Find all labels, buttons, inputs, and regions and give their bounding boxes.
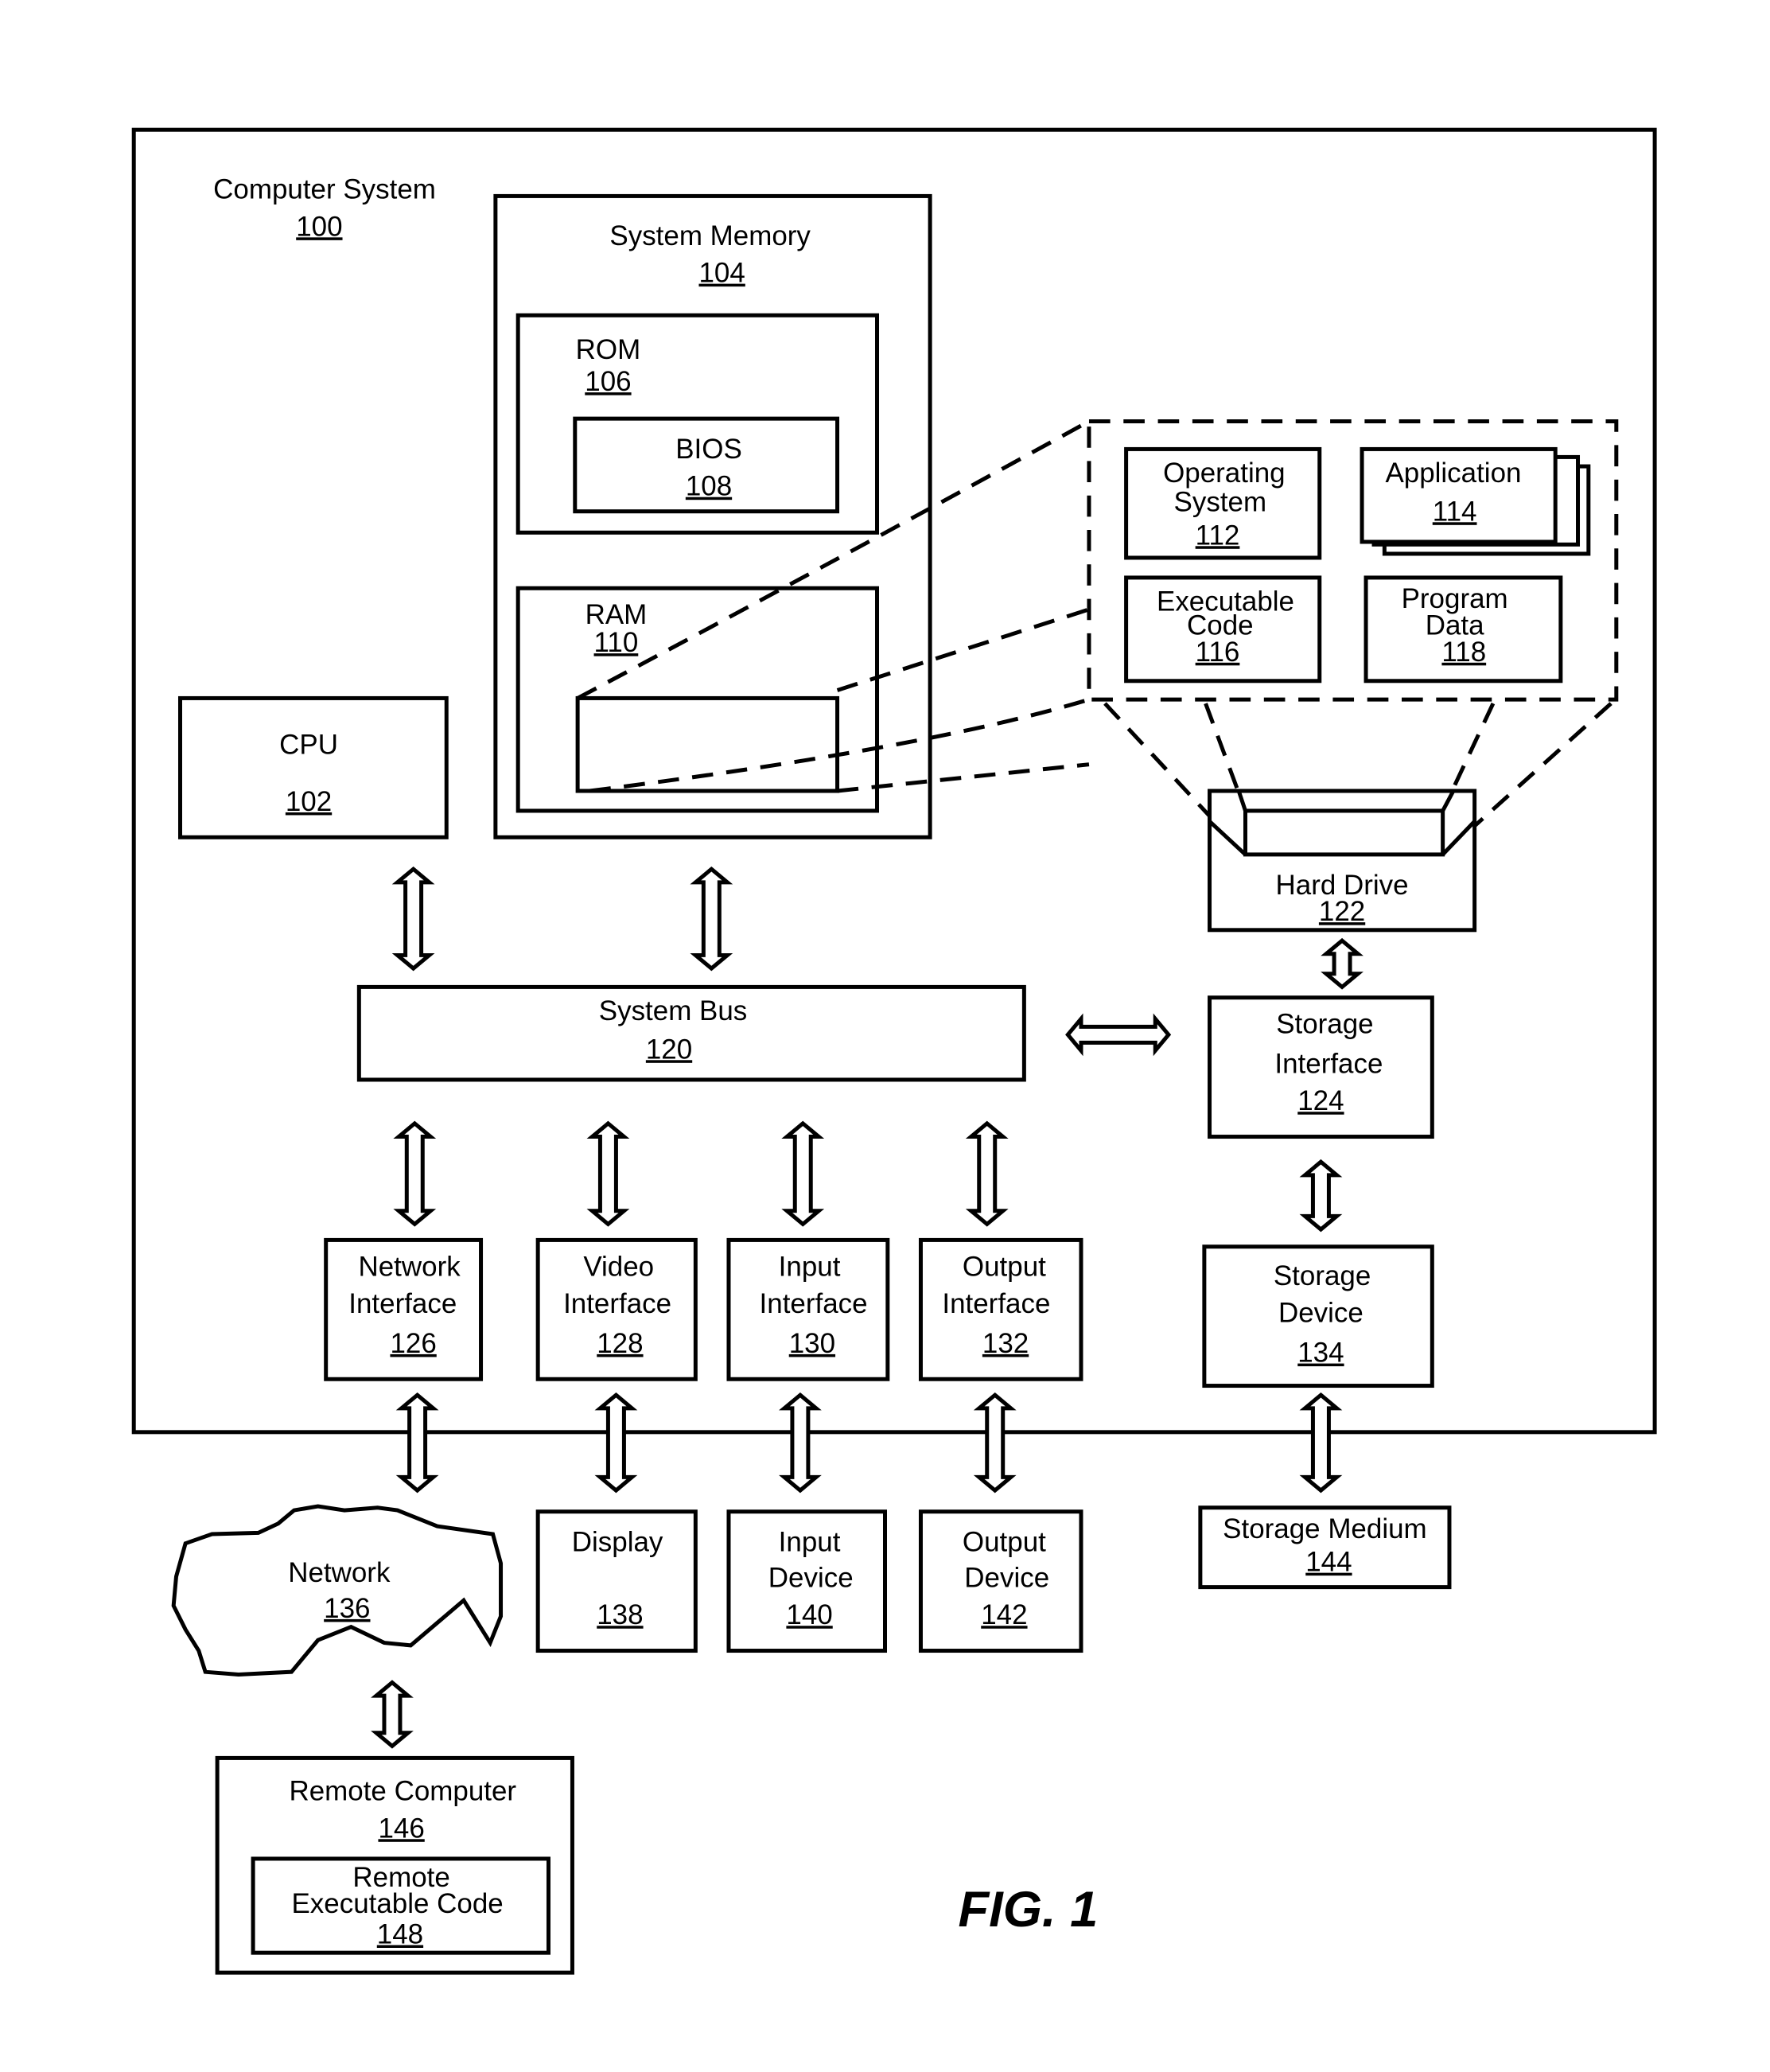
output-interface-device-arrow-icon <box>973 1392 1017 1494</box>
network-remote-computer-arrow-icon <box>371 1680 414 1749</box>
application-label: Application <box>1385 458 1521 489</box>
network-interface-label-line2: Interface <box>348 1288 457 1319</box>
network-interface-ref: 126 <box>390 1328 436 1359</box>
bus-storage-interface-arrow-icon <box>1065 1013 1172 1057</box>
bios-label: BIOS <box>675 434 742 465</box>
input-interface-label-line1: Input <box>779 1251 841 1282</box>
network-cloud-icon <box>171 1504 504 1677</box>
remote-computer-label: Remote Computer <box>289 1776 516 1807</box>
output-interface-label-line2: Interface <box>942 1288 1050 1319</box>
bus-input-interface-arrow-icon <box>781 1120 825 1227</box>
system-bus-ref: 120 <box>646 1034 692 1065</box>
storage-interface-device-arrow-icon <box>1299 1159 1343 1233</box>
cpu-label: CPU <box>279 729 338 760</box>
input-interface-label-line2: Interface <box>760 1288 868 1319</box>
storage-medium-ref: 144 <box>1305 1547 1352 1578</box>
display-ref: 138 <box>597 1599 643 1630</box>
storage-device-label-line2: Device <box>1278 1298 1363 1329</box>
computer-system-label: Computer System <box>213 174 436 205</box>
video-interface-label-line1: Video <box>583 1251 654 1282</box>
storage-device-ref: 134 <box>1297 1338 1344 1369</box>
remote-computer-ref: 146 <box>378 1813 424 1844</box>
remote-executable-code-ref: 148 <box>377 1919 423 1950</box>
output-device-label-line2: Device <box>964 1563 1049 1594</box>
network-ref: 136 <box>324 1593 370 1624</box>
remote-executable-code-label-line2: Executable Code <box>291 1888 503 1919</box>
operating-system-ref: 112 <box>1196 520 1240 551</box>
input-device-label-line1: Input <box>779 1527 841 1558</box>
executable-code-ref: 116 <box>1196 637 1240 668</box>
cpu-bus-arrow-icon <box>391 866 435 972</box>
hard-drive-storage-interface-arrow-icon <box>1321 937 1363 990</box>
program-data-ref: 118 <box>1441 637 1486 668</box>
output-interface-label-line1: Output <box>963 1251 1046 1282</box>
storage-device-medium-arrow-icon <box>1299 1392 1343 1494</box>
hard-drive-ref: 122 <box>1319 896 1365 927</box>
storage-medium-label: Storage Medium <box>1223 1513 1426 1544</box>
storage-interface-label-line2: Interface <box>1274 1049 1383 1080</box>
bus-output-interface-arrow-icon <box>965 1120 1009 1227</box>
operating-system-label-line2: System <box>1174 487 1267 518</box>
application-ref: 114 <box>1433 496 1477 527</box>
bus-network-interface-arrow-icon <box>393 1120 437 1227</box>
storage-interface-label-line1: Storage <box>1276 1009 1373 1040</box>
video-interface-display-arrow-icon <box>594 1392 638 1494</box>
output-device-ref: 142 <box>981 1599 1027 1630</box>
system-bus-label: System Bus <box>599 995 748 1026</box>
ram-label: RAM <box>585 599 648 630</box>
rom-label: ROM <box>576 334 641 365</box>
system-memory-label: System Memory <box>609 220 811 251</box>
memory-bus-arrow-icon <box>690 866 733 972</box>
output-interface-ref: 132 <box>982 1328 1029 1359</box>
network-interface-label-line1: Network <box>359 1251 461 1282</box>
rom-ref: 106 <box>585 366 631 397</box>
system-memory-ref: 104 <box>698 258 745 289</box>
operating-system-label-line1: Operating <box>1163 458 1286 489</box>
network-interface-network-arrow-icon <box>395 1392 439 1494</box>
input-device-label-line2: Device <box>768 1563 854 1594</box>
video-interface-label-line2: Interface <box>563 1288 671 1319</box>
network-label: Network <box>288 1557 391 1588</box>
input-interface-device-arrow-icon <box>779 1392 822 1494</box>
storage-interface-ref: 124 <box>1297 1085 1344 1116</box>
storage-device-label-line1: Storage <box>1274 1260 1371 1291</box>
hard-drive-loaded-region <box>1243 808 1445 857</box>
display-label: Display <box>572 1527 663 1558</box>
computer-system-diagram: Computer System 100 System Memory 104 RO… <box>131 127 1657 1975</box>
figure-label: FIG. 1 <box>958 1882 1098 1938</box>
video-interface-ref: 128 <box>597 1328 643 1359</box>
input-interface-ref: 130 <box>789 1328 835 1359</box>
bios-ref: 108 <box>686 471 732 502</box>
computer-system-ref: 100 <box>296 211 342 242</box>
bus-video-interface-arrow-icon <box>586 1120 630 1227</box>
input-device-ref: 140 <box>786 1599 832 1630</box>
ram-ref: 110 <box>594 627 639 658</box>
cpu-ref: 102 <box>286 786 332 817</box>
output-device-label-line1: Output <box>963 1527 1046 1558</box>
